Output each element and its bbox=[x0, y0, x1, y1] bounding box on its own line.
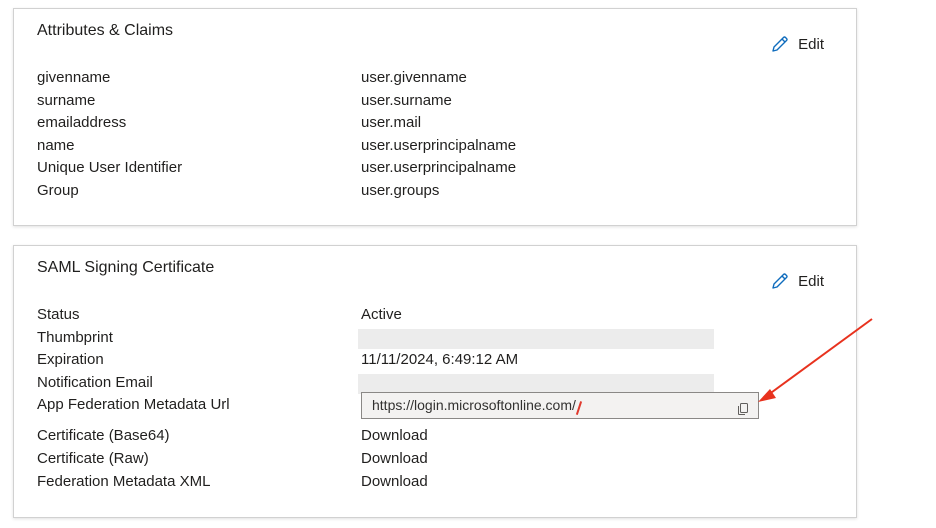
metadata-url-label: App Federation Metadata Url bbox=[37, 396, 230, 414]
certificate-raw-label: Certificate (Raw) bbox=[37, 449, 149, 467]
status-label: Status bbox=[37, 306, 80, 323]
notification-email-label: Notification Email bbox=[37, 373, 153, 391]
attribute-row: emailaddress user.mail bbox=[37, 112, 856, 135]
notification-email-redacted-value bbox=[358, 373, 714, 394]
thumbprint-label: Thumbprint bbox=[37, 328, 113, 346]
metadata-url-text: https://login.microsoftonline.com/ bbox=[372, 397, 576, 414]
attributes-edit-button[interactable]: Edit bbox=[770, 34, 824, 54]
pencil-icon bbox=[770, 34, 790, 54]
saml-edit-button[interactable]: Edit bbox=[770, 271, 824, 291]
federation-metadata-xml-row: Federation Metadata XML Download bbox=[37, 471, 856, 494]
attribute-key: name bbox=[37, 136, 75, 154]
attribute-key: givenname bbox=[37, 69, 111, 86]
notification-email-row: Notification Email bbox=[37, 372, 856, 395]
copy-icon[interactable] bbox=[736, 399, 750, 418]
saml-edit-label: Edit bbox=[798, 272, 824, 290]
certificate-base64-download-link[interactable]: Download bbox=[361, 425, 428, 448]
attribute-value: user.surname bbox=[361, 91, 452, 109]
saml-certificate-list: Status Active Thumbprint Expiration 11/1… bbox=[37, 304, 856, 493]
thumbprint-row: Thumbprint bbox=[37, 327, 856, 350]
metadata-url-row: App Federation Metadata Url https://logi… bbox=[37, 392, 856, 425]
attribute-key: surname bbox=[37, 91, 96, 109]
expiration-row: Expiration 11/11/2024, 6:49:12 AM bbox=[37, 349, 856, 372]
expiration-label: Expiration bbox=[37, 351, 104, 369]
attributes-claims-title: Attributes & Claims bbox=[37, 22, 174, 39]
attributes-edit-label: Edit bbox=[798, 35, 824, 53]
attribute-row: surname user.surname bbox=[37, 90, 856, 113]
attribute-row: Group user.groups bbox=[37, 180, 856, 203]
attribute-value: user.mail bbox=[361, 114, 422, 132]
attribute-key: Group bbox=[37, 181, 79, 199]
attributes-list: givenname user.givenname surname user.su… bbox=[37, 67, 856, 203]
thumbprint-redacted-value bbox=[358, 328, 714, 349]
attribute-row: name user.userprincipalname bbox=[37, 135, 856, 158]
pencil-icon bbox=[770, 271, 790, 291]
status-value: Active bbox=[361, 306, 402, 323]
attribute-value: user.userprincipalname bbox=[361, 159, 517, 177]
attribute-value: user.givenname bbox=[361, 69, 467, 86]
certificate-base64-label: Certificate (Base64) bbox=[37, 427, 170, 445]
federation-metadata-xml-label: Federation Metadata XML bbox=[37, 472, 211, 490]
expiration-value: 11/11/2024, 6:49:12 AM bbox=[361, 351, 519, 369]
redaction-mark bbox=[576, 400, 584, 414]
certificate-raw-download-link[interactable]: Download bbox=[361, 448, 428, 471]
status-row: Status Active bbox=[37, 304, 856, 327]
federation-metadata-xml-download-link[interactable]: Download bbox=[361, 471, 428, 494]
attributes-claims-card: Attributes & Claims Edit givenname user.… bbox=[13, 8, 857, 226]
saml-certificate-title: SAML Signing Certificate bbox=[37, 259, 215, 276]
certificate-base64-row: Certificate (Base64) Download bbox=[37, 425, 856, 448]
attribute-row: Unique User Identifier user.userprincipa… bbox=[37, 157, 856, 180]
attribute-row: givenname user.givenname bbox=[37, 67, 856, 90]
attribute-value: user.groups bbox=[361, 181, 440, 199]
attribute-key: emailaddress bbox=[37, 114, 127, 132]
attribute-key: Unique User Identifier bbox=[37, 159, 183, 177]
metadata-url-field[interactable]: https://login.microsoftonline.com/ bbox=[361, 392, 759, 420]
saml-signing-certificate-card: SAML Signing Certificate Edit Status Act… bbox=[13, 245, 857, 518]
attribute-value: user.userprincipalname bbox=[361, 136, 517, 154]
certificate-raw-row: Certificate (Raw) Download bbox=[37, 448, 856, 471]
